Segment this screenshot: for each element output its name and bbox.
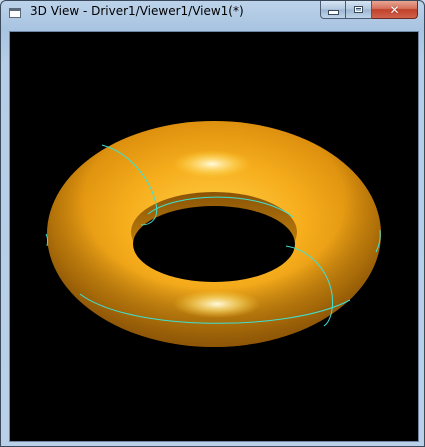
maximize-icon [354,6,363,13]
minimize-button[interactable] [320,1,346,19]
close-icon: ✕ [389,2,400,17]
torus-render [45,121,381,347]
maximize-button[interactable] [346,1,372,19]
viewer-window: 3D View - Driver1/Viewer1/View1(*) ✕ [0,0,425,447]
caption-buttons: ✕ [320,1,418,20]
minimize-icon [327,10,339,15]
app-window-icon[interactable] [9,8,21,18]
window-title: 3D View - Driver1/Viewer1/View1(*) [30,4,244,18]
close-button[interactable]: ✕ [372,1,418,19]
torus-hole [133,206,295,282]
3d-viewport[interactable] [9,31,419,442]
title-bar[interactable]: 3D View - Driver1/Viewer1/View1(*) ✕ [1,1,424,25]
